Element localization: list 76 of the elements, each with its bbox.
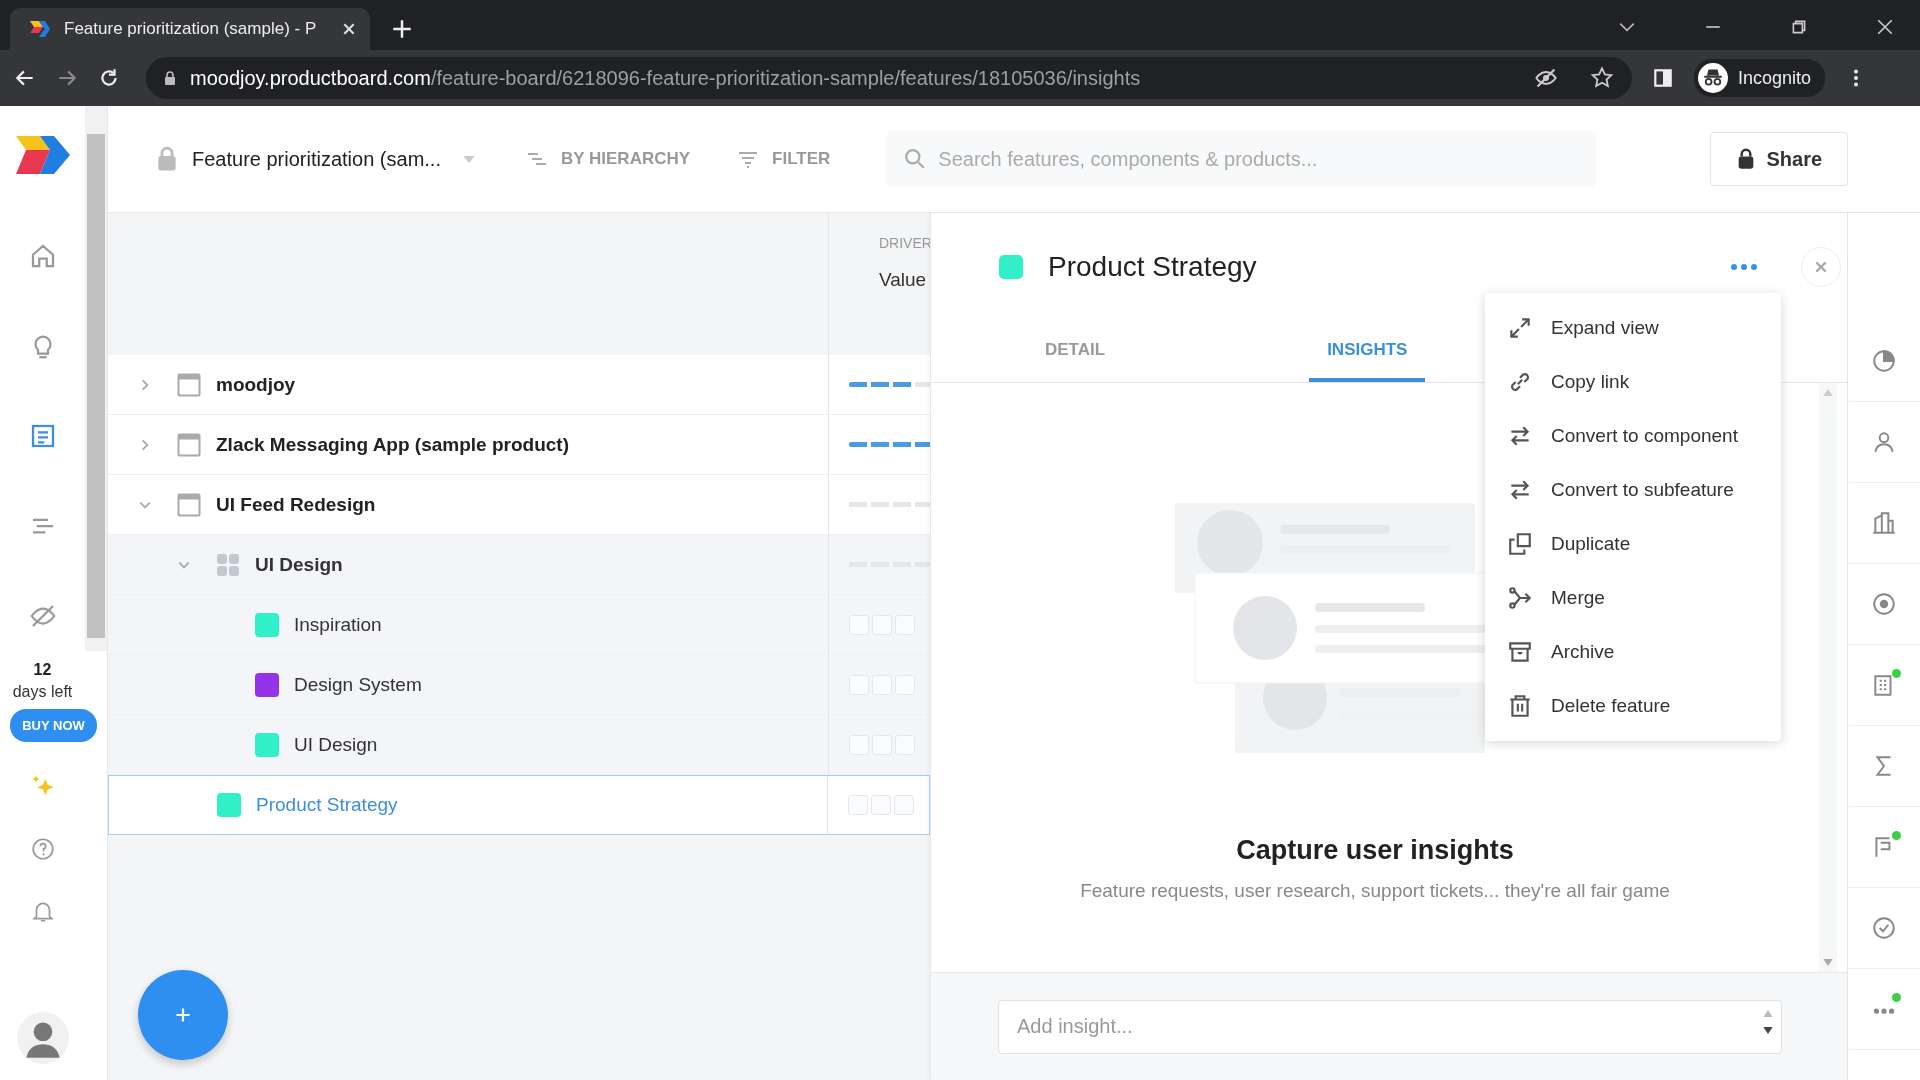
pie-icon[interactable] <box>1871 348 1897 374</box>
building-icon[interactable] <box>1871 510 1897 536</box>
window-icon <box>177 492 201 517</box>
scrollbar[interactable] <box>85 106 107 651</box>
share-button[interactable]: Share <box>1710 132 1849 186</box>
menu-item[interactable]: Convert to subfeature <box>1485 463 1781 517</box>
reload-icon[interactable] <box>98 67 120 89</box>
menu-item[interactable]: Copy link <box>1485 355 1781 409</box>
table-row[interactable]: Product Strategy <box>108 775 930 835</box>
table-row[interactable]: Zlack Messaging App (sample product) <box>108 415 930 475</box>
lock-icon <box>164 71 176 85</box>
close-icon[interactable] <box>1876 18 1894 36</box>
tab-title: Feature prioritization (sample) - P <box>64 19 318 39</box>
row-name: UI Design <box>294 733 378 756</box>
menu-item[interactable]: Expand view <box>1485 301 1781 355</box>
column-name[interactable]: Value <box>879 269 930 291</box>
table-row[interactable]: Inspiration <box>108 595 930 655</box>
table-row[interactable]: UI Design <box>108 535 930 595</box>
row-name: Zlack Messaging App (sample product) <box>216 433 569 456</box>
table-row[interactable]: UI Feed Redesign <box>108 475 930 535</box>
window-icon <box>177 372 201 397</box>
up-arrow-icon[interactable] <box>1763 1009 1773 1017</box>
menu-item[interactable]: Convert to component <box>1485 409 1781 463</box>
help-icon[interactable] <box>29 836 56 862</box>
menu-item[interactable]: Archive <box>1485 625 1781 679</box>
down-arrow-icon[interactable] <box>1763 1026 1773 1034</box>
row-name: Design System <box>294 673 422 696</box>
menu-item[interactable]: Merge <box>1485 571 1781 625</box>
close-icon[interactable] <box>342 22 356 36</box>
logo-icon[interactable] <box>15 136 70 174</box>
feature-title: Product Strategy <box>1048 251 1257 283</box>
insight-field[interactable]: Add insight... <box>998 999 1782 1054</box>
star-icon[interactable] <box>1590 66 1614 90</box>
row-name: UI Feed Redesign <box>216 493 376 516</box>
scrollbar[interactable] <box>1819 383 1837 972</box>
incognito-icon <box>1698 63 1728 93</box>
profile-button[interactable]: Incognito <box>1694 59 1826 97</box>
avatar-icon[interactable] <box>16 1012 69 1064</box>
close-icon <box>1814 260 1828 274</box>
empty-state-text: Feature requests, user research, support tickets... they're all fair game <box>1080 880 1670 902</box>
add-button[interactable] <box>138 970 228 1060</box>
restore-icon[interactable] <box>1790 18 1808 36</box>
check-icon[interactable] <box>1871 915 1897 941</box>
row-name: Inspiration <box>294 613 382 636</box>
search-icon <box>904 148 927 170</box>
table-row[interactable]: Design System <box>108 655 930 715</box>
expand-icon <box>1507 315 1533 341</box>
trial-days-label: days left <box>12 683 73 701</box>
search-field[interactable]: Search features, components & products... <box>886 131 1597 187</box>
target-icon[interactable] <box>1871 591 1897 617</box>
merge-icon <box>1507 585 1533 611</box>
table-row[interactable]: moodjoy <box>108 355 930 415</box>
person-icon[interactable] <box>1871 429 1897 455</box>
trash-icon <box>1507 693 1533 719</box>
eye-off-icon[interactable] <box>1534 66 1558 90</box>
row-name: moodjoy <box>216 373 296 396</box>
lock-icon <box>1736 148 1755 170</box>
duplicate-icon <box>1507 531 1533 557</box>
archive-icon <box>1507 639 1533 665</box>
table-row[interactable]: UI Design <box>108 715 930 775</box>
add-tab-icon[interactable] <box>392 19 412 39</box>
scroll-down-icon[interactable] <box>1823 959 1833 966</box>
address-bar[interactable]: moodjoy.productboard.com/feature-board/6218096-feature-prioritization-sample/features/18105036/insights <box>146 57 1632 99</box>
menu-item[interactable]: Duplicate <box>1485 517 1781 571</box>
browser-tab[interactable]: Feature prioritization (sample) - P <box>10 8 370 50</box>
empty-state-title: Capture user insights <box>1236 835 1514 866</box>
row-name: UI Design <box>255 553 343 576</box>
window-icon <box>177 432 201 457</box>
menu-item[interactable]: Delete feature <box>1485 679 1781 733</box>
trial-days-count: 12 <box>33 661 52 679</box>
sidebar-icon[interactable] <box>1652 67 1674 89</box>
logo-icon <box>30 21 50 37</box>
row-name: Product Strategy <box>256 794 398 816</box>
board-name[interactable]: Feature prioritization (sam... <box>192 147 441 171</box>
url-text: moodjoy.productboard.com/feature-board/6218096-feature-prioritization-sample/features/18105036/insights <box>190 66 1141 90</box>
lock-icon <box>156 146 178 172</box>
